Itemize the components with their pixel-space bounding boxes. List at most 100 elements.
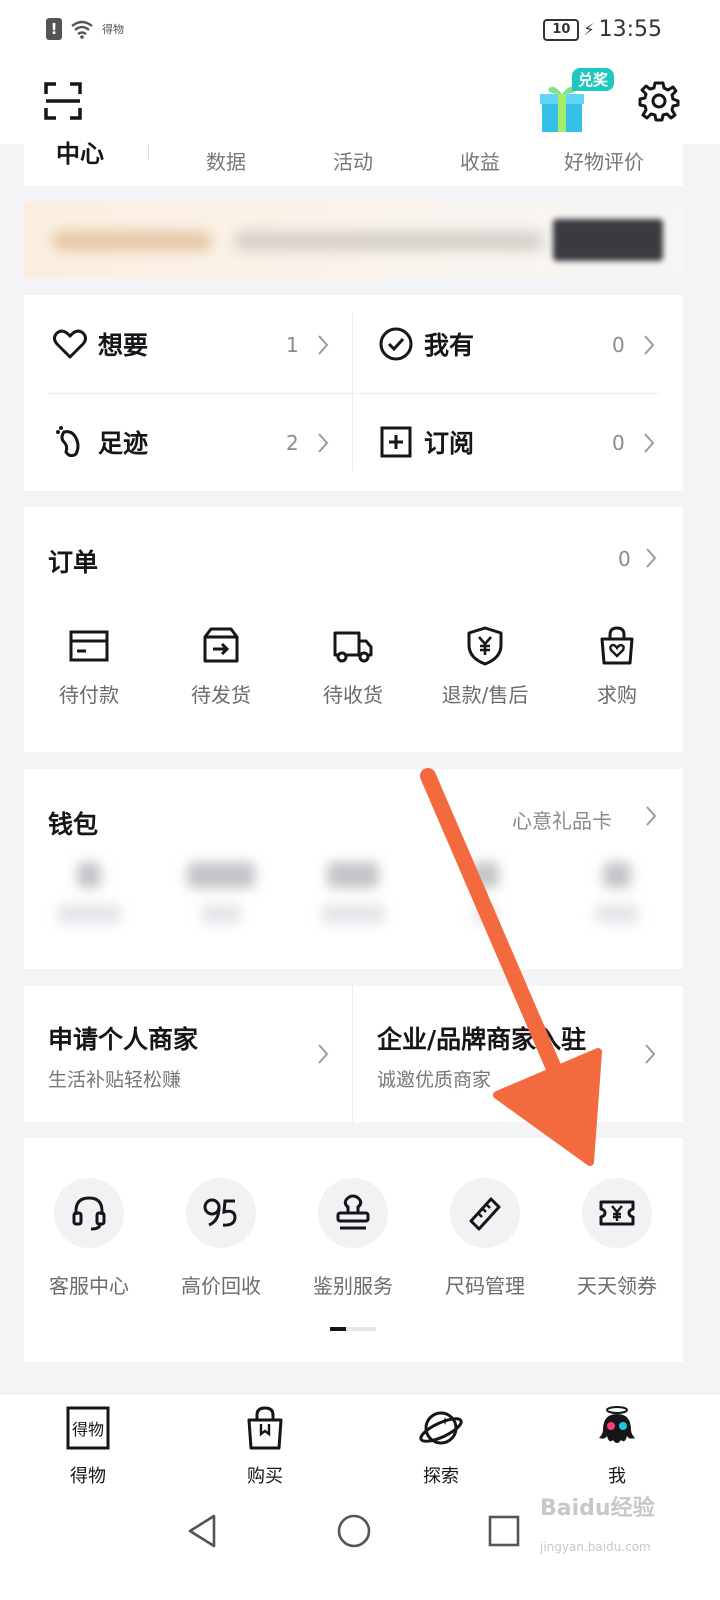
services-card: 客服中心 高价回收 鉴别服务 尺码管理 天天领券 [24, 1138, 683, 1362]
service-daily-coupons[interactable]: 天天领券 [552, 1178, 682, 1299]
tab-explore[interactable]: 探索 [381, 1404, 501, 1488]
wallet-label-blurred [201, 904, 241, 924]
order-pending-payment[interactable]: 待付款 [34, 625, 144, 708]
tab-label: 我 [608, 1466, 626, 1487]
truck-icon [333, 631, 373, 663]
merchant-card: 申请个人商家 生活补贴轻松赚 企业/品牌商家入驻 诚邀优质商家 [24, 986, 683, 1122]
quick-link-own[interactable]: 我有 [378, 295, 678, 393]
service-customer-center[interactable]: 客服中心 [24, 1178, 154, 1299]
gift-reward-button[interactable]: 兑奖 [540, 68, 620, 138]
merchant-subtitle: 生活补贴轻松赚 [48, 1069, 182, 1091]
gift-badge: 兑奖 [572, 68, 615, 91]
enterprise-brand-merchant[interactable]: 企业/品牌商家入驻 诚邀优质商家 [353, 986, 683, 1122]
wallet-item-blurred[interactable] [166, 862, 276, 924]
wallet-label-blurred [595, 904, 639, 924]
quick-link-label: 我有 [424, 331, 475, 360]
quick-link-subscribe[interactable]: 订阅 [378, 393, 678, 491]
tab-reviews[interactable]: 好物评价 [564, 146, 644, 175]
page-indicator-active [330, 1327, 346, 1331]
banner-action-button[interactable] [553, 219, 663, 261]
tab-buy[interactable]: 购买 [205, 1404, 325, 1488]
service-label: 客服中心 [49, 1274, 129, 1298]
wallet-value-blurred [327, 862, 379, 888]
tab-data[interactable]: 数据 [206, 146, 246, 175]
service-recycle[interactable]: 高价回收 [156, 1178, 286, 1299]
wallet-label-blurred [321, 904, 385, 924]
heart-icon [53, 329, 87, 359]
baidu-watermark-url: jingyan.baidu.com [540, 1540, 651, 1554]
sim-alert-icon: ! [46, 18, 62, 40]
chevron-right-icon[interactable] [644, 805, 658, 827]
wallet-value-blurred [77, 862, 101, 888]
quick-link-label: 订阅 [424, 429, 475, 458]
stamp-icon [336, 1194, 370, 1230]
wifi-icon [71, 20, 93, 39]
promo-banner[interactable] [24, 201, 683, 278]
tab-activity[interactable]: 活动 [333, 146, 373, 175]
wallet-item-blurred[interactable] [298, 862, 408, 924]
order-refund[interactable]: 退款/售后 [430, 625, 540, 708]
wallet-title[interactable]: 钱包 [48, 805, 98, 841]
quick-links-card: 想要 1 我有 0 足迹 2 订阅 0 [24, 295, 683, 491]
order-pending-shipment[interactable]: 待发货 [166, 625, 276, 708]
wallet-value-blurred [187, 862, 255, 888]
service-label: 高价回收 [181, 1274, 261, 1298]
status-right: 10 ⚡ 13:55 [543, 17, 662, 42]
battery-indicator: 10 [543, 18, 580, 41]
back-icon[interactable] [182, 1511, 222, 1551]
service-icon-bg [186, 1178, 256, 1248]
wallet-item-blurred[interactable] [430, 862, 540, 924]
order-label: 待收货 [323, 683, 383, 707]
dewu-logo-icon: 得物 [66, 1406, 110, 1450]
wallet-item-blurred[interactable] [562, 862, 672, 924]
merchant-subtitle: 诚邀优质商家 [377, 1069, 492, 1091]
order-label: 求购 [597, 683, 637, 707]
service-label: 天天领券 [577, 1274, 657, 1298]
wallet-label-blurred [473, 904, 497, 924]
order-label: 退款/售后 [441, 683, 529, 707]
tab-divider [148, 144, 149, 160]
shield-yen-icon [467, 626, 503, 666]
tab-earnings[interactable]: 收益 [460, 146, 500, 175]
banner-text-blurred [234, 231, 544, 251]
chevron-right-icon [318, 1044, 329, 1064]
order-pending-receipt[interactable]: 待收货 [298, 625, 408, 708]
quick-link-count: 1 [286, 333, 299, 357]
apply-personal-merchant[interactable]: 申请个人商家 生活补贴轻松赚 [24, 986, 352, 1122]
order-label: 待发货 [191, 683, 251, 707]
tab-label: 得物 [70, 1466, 106, 1487]
service-icon-bg [318, 1178, 388, 1248]
bottom-tab-bar: 得物 得物 购买 探索 我 [0, 1393, 720, 1493]
recycle-95-icon [203, 1198, 237, 1227]
quick-link-count: 2 [286, 431, 299, 455]
charging-icon: ⚡ [583, 20, 595, 39]
orders-count: 0 [618, 547, 631, 571]
planet-icon [419, 1411, 463, 1445]
tab-me[interactable]: 我 [557, 1404, 677, 1488]
wallet-item-blurred[interactable] [34, 862, 144, 924]
order-wanted[interactable]: 求购 [562, 625, 672, 708]
quick-link-footprints[interactable]: 足迹 [52, 393, 352, 491]
home-icon[interactable] [334, 1511, 374, 1551]
service-icon-bg [450, 1178, 520, 1248]
chevron-right-icon[interactable] [644, 547, 658, 569]
wallet-label-blurred [57, 904, 121, 924]
gift-card-link[interactable]: 心意礼品卡 [512, 805, 612, 834]
tab-center[interactable]: 中心 [56, 134, 104, 169]
gear-icon[interactable] [638, 80, 680, 122]
status-bar: ! 得物 10 ⚡ 13:55 [0, 0, 720, 60]
quick-link-count: 0 [612, 431, 625, 455]
carrier-label: 得物 [102, 23, 124, 36]
recents-icon[interactable] [484, 1511, 524, 1551]
scan-icon[interactable] [44, 82, 82, 120]
tab-dewu-home[interactable]: 得物 得物 [28, 1404, 148, 1488]
service-size-management[interactable]: 尺码管理 [420, 1178, 550, 1299]
divider [352, 313, 353, 471]
orders-title[interactable]: 订单 [48, 543, 98, 579]
quick-link-want[interactable]: 想要 [52, 295, 352, 393]
octopus-avatar-icon [599, 1406, 635, 1443]
service-authentication[interactable]: 鉴别服务 [288, 1178, 418, 1299]
headset-icon [72, 1196, 106, 1231]
wallet-value-blurred [603, 862, 631, 888]
top-bar: 兑奖 [0, 60, 720, 144]
